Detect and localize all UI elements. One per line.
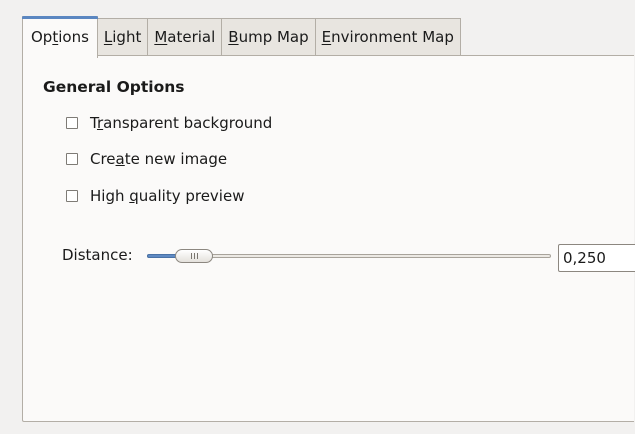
tab-material-label: Material	[154, 28, 216, 46]
tab-environment-map-label: Environment Map	[321, 28, 454, 46]
create-new-image-checkbox[interactable]: Create new image	[66, 149, 227, 169]
tab-options-label: Options	[31, 28, 89, 46]
checkbox-label: Create new image	[90, 150, 228, 168]
transparent-background-checkbox[interactable]: Transparent background	[66, 113, 272, 133]
distance-spinbutton[interactable]	[558, 244, 635, 272]
slider-handle[interactable]	[175, 249, 213, 263]
high-quality-preview-checkbox[interactable]: High quality preview	[66, 186, 244, 206]
distance-value-input[interactable]	[563, 249, 629, 267]
tab-bump-map-label: Bump Map	[228, 28, 309, 46]
tab-bar: Options Light Material Bump Map Environm…	[22, 16, 461, 58]
checkbox-label: High quality preview	[90, 187, 245, 205]
tab-bump-map[interactable]: Bump Map	[222, 18, 316, 56]
section-title: General Options	[43, 78, 185, 96]
distance-slider[interactable]	[147, 249, 551, 263]
grip-icon	[190, 253, 198, 259]
checkbox-label: Transparent background	[90, 114, 273, 132]
tab-environment-map[interactable]: Environment Map	[315, 18, 461, 56]
distance-label: Distance:	[62, 246, 133, 264]
distance-row: Distance:	[62, 244, 635, 272]
options-panel: General Options Transparent background C…	[22, 55, 635, 422]
checkbox-box[interactable]	[66, 153, 78, 165]
tab-light[interactable]: Light	[97, 18, 149, 56]
checkbox-box[interactable]	[66, 117, 78, 129]
tab-material[interactable]: Material	[148, 18, 223, 56]
tab-light-label: Light	[103, 28, 142, 46]
checkbox-box[interactable]	[66, 190, 78, 202]
tab-options[interactable]: Options	[22, 16, 98, 58]
